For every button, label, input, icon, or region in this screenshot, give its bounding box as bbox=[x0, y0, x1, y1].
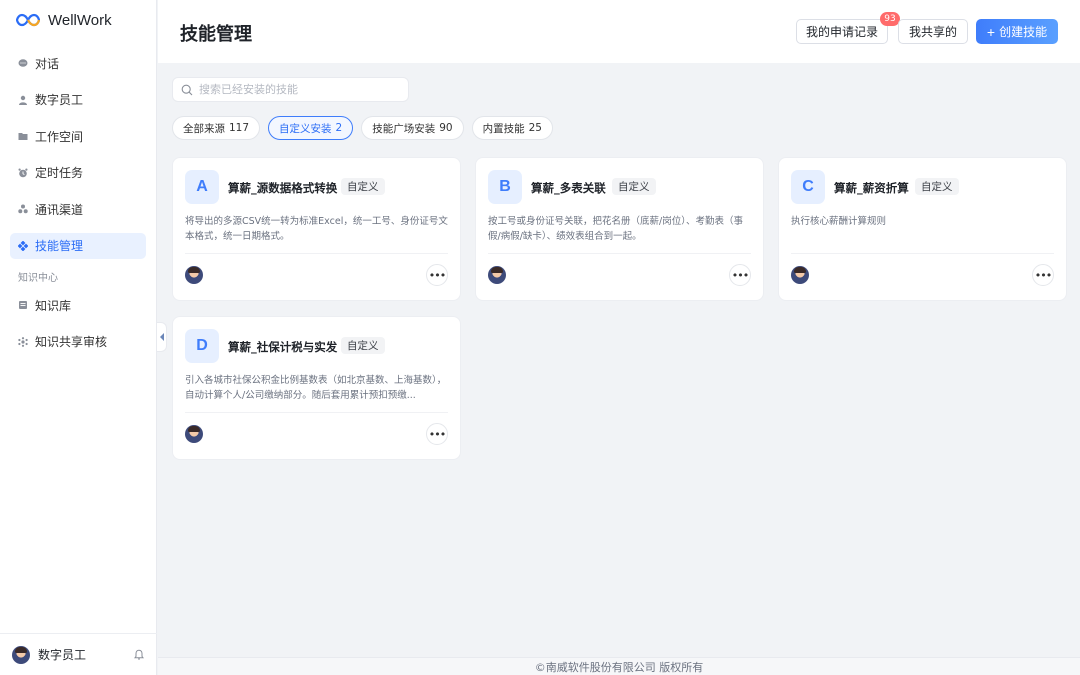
filter-label: 全部来源 bbox=[183, 122, 225, 135]
sidebar-item-chat[interactable]: 对话 bbox=[10, 50, 146, 76]
main-nav: 对话 数字员工 工作空间 定时任务 通讯渠道 技能管理 知识中心 知识库 知识共… bbox=[0, 50, 156, 355]
share-icon bbox=[18, 336, 28, 347]
filter-builtin-skills[interactable]: 内置技能 25 bbox=[471, 116, 553, 140]
app-name: WellWork bbox=[48, 11, 112, 29]
sidebar-item-label: 知识库 bbox=[35, 298, 72, 313]
card-divider bbox=[791, 253, 1054, 254]
main-content: 技能管理 我的申请记录 93 我共享的 + 创建技能 全部来源 117 自定义安… bbox=[158, 0, 1080, 675]
skill-tag: 自定义 bbox=[612, 178, 656, 195]
skill-letter-icon: A bbox=[185, 170, 219, 204]
avatar bbox=[488, 266, 506, 284]
skill-name: 算薪_薪资折算 bbox=[834, 181, 909, 195]
avatar bbox=[12, 645, 30, 664]
card-divider bbox=[185, 253, 448, 254]
filter-count: 2 bbox=[335, 122, 343, 134]
skill-tag: 自定义 bbox=[341, 337, 385, 354]
skill-description: 引入各城市社保公积金比例基数表（如北京基数、上海基数），自动计算个人/公司缴纳部… bbox=[185, 375, 447, 401]
avatar bbox=[791, 266, 809, 284]
filter-label: 内置技能 bbox=[482, 122, 525, 135]
filter-all-sources[interactable]: 全部来源 117 bbox=[172, 116, 261, 140]
skill-description: 执行核心薪酬计算规则 bbox=[791, 216, 887, 227]
channel-icon bbox=[18, 204, 28, 214]
page-header: 技能管理 我的申请记录 93 我共享的 + 创建技能 bbox=[158, 0, 1080, 63]
more-options-button[interactable]: ••• bbox=[426, 264, 448, 286]
user-name: 数字员工 bbox=[38, 648, 87, 662]
knowledge-center-heading: 知识中心 bbox=[18, 273, 58, 284]
folder-icon bbox=[18, 131, 28, 141]
brand[interactable]: WellWork bbox=[0, 0, 156, 40]
sidebar-item-label: 知识共享审核 bbox=[35, 335, 108, 349]
copyright-text: ©南威软件股份有限公司 版权所有 bbox=[534, 660, 704, 674]
records-count-badge: 93 bbox=[880, 12, 900, 26]
skill-description: 将导出的多源CSV统一转为标准Excel，统一工号、身份证号文本格式，统一日期格… bbox=[185, 216, 448, 242]
sidebar-item-label: 工作空间 bbox=[35, 129, 84, 144]
filter-label: 技能广场安装 bbox=[372, 122, 436, 135]
sidebar-item-scheduled-tasks[interactable]: 定时任务 bbox=[10, 160, 146, 186]
skill-letter-icon: C bbox=[791, 170, 825, 204]
skill-letter-icon: D bbox=[185, 329, 219, 363]
create-skill-label: 创建技能 bbox=[999, 25, 1048, 39]
sidebar-item-digital-staff[interactable]: 数字员工 bbox=[10, 87, 146, 113]
chat-icon bbox=[18, 58, 28, 68]
skill-tag: 自定义 bbox=[341, 178, 385, 195]
sidebar-item-knowledge-share-review[interactable]: 知识共享审核 bbox=[10, 329, 146, 355]
sidebar-item-label: 技能管理 bbox=[35, 239, 84, 253]
search-input[interactable] bbox=[199, 83, 400, 96]
skill-tag: 自定义 bbox=[915, 178, 959, 195]
ellipsis-icon: ••• bbox=[428, 427, 446, 441]
skill-card[interactable]: C 算薪_薪资折算 自定义 执行核心薪酬计算规则 ••• bbox=[778, 157, 1067, 301]
sidebar-item-label: 定时任务 bbox=[35, 166, 84, 180]
filter-label: 自定义安装 bbox=[279, 122, 332, 135]
filter-count: 90 bbox=[439, 122, 453, 134]
sidebar-item-workspace[interactable]: 工作空间 bbox=[10, 123, 146, 149]
skill-name: 算薪_源数据格式转换 bbox=[228, 181, 338, 195]
book-icon bbox=[18, 300, 28, 310]
skill-description: 按工号或身份证号关联，把花名册（底薪/岗位）、考勤表（事假/病假/缺卡）、绩效表… bbox=[488, 216, 743, 242]
skill-letter-icon: B bbox=[488, 170, 522, 204]
user-profile[interactable]: 数字员工 bbox=[0, 633, 157, 675]
source-filters: 全部来源 117 自定义安装 2 技能广场安装 90 内置技能 25 bbox=[172, 116, 553, 140]
filter-count: 117 bbox=[229, 122, 250, 134]
sidebar-item-label: 通讯渠道 bbox=[35, 202, 84, 217]
alarm-icon bbox=[18, 168, 28, 178]
skill-card[interactable]: D 算薪_社保计税与实发 自定义 引入各城市社保公积金比例基数表（如北京基数、上… bbox=[172, 316, 461, 460]
filter-count: 25 bbox=[528, 122, 542, 134]
ellipsis-icon: ••• bbox=[1034, 268, 1052, 282]
avatar bbox=[185, 425, 203, 443]
page-footer: ©南威软件股份有限公司 版权所有 bbox=[158, 657, 1080, 675]
card-divider bbox=[488, 253, 751, 254]
more-options-button[interactable]: ••• bbox=[426, 423, 448, 445]
card-divider bbox=[185, 412, 448, 413]
page-title: 技能管理 bbox=[180, 24, 252, 45]
ellipsis-icon: ••• bbox=[731, 268, 749, 282]
sidebar-item-knowledge-base[interactable]: 知识库 bbox=[10, 292, 146, 318]
more-options-button[interactable]: ••• bbox=[729, 264, 751, 286]
ellipsis-icon: ••• bbox=[428, 268, 446, 282]
wellwork-logo-icon bbox=[16, 13, 40, 27]
skill-name: 算薪_多表关联 bbox=[531, 181, 606, 195]
sidebar: WellWork 对话 数字员工 工作空间 定时任务 通讯渠道 技能管理 知识中… bbox=[0, 0, 157, 675]
my-application-records-button[interactable]: 我的申请记录 bbox=[796, 19, 888, 44]
skill-card[interactable]: A 算薪_源数据格式转换 自定义 将导出的多源CSV统一转为标准Excel，统一… bbox=[172, 157, 461, 301]
skill-card[interactable]: B 算薪_多表关联 自定义 按工号或身份证号关联，把花名册（底薪/岗位）、考勤表… bbox=[475, 157, 764, 301]
more-options-button[interactable]: ••• bbox=[1032, 264, 1054, 286]
skill-name: 算薪_社保计税与实发 bbox=[228, 340, 338, 354]
skill-search bbox=[172, 77, 409, 102]
skill-icon bbox=[18, 240, 28, 251]
sidebar-item-channels[interactable]: 通讯渠道 bbox=[10, 196, 146, 222]
sidebar-item-skill-management[interactable]: 技能管理 bbox=[10, 232, 146, 259]
search-icon bbox=[181, 84, 193, 95]
filter-skill-plaza-install[interactable]: 技能广场安装 90 bbox=[361, 116, 464, 140]
create-skill-button[interactable]: + 创建技能 bbox=[976, 19, 1058, 44]
user-icon bbox=[18, 95, 28, 105]
plus-icon: + bbox=[986, 23, 996, 40]
avatar bbox=[185, 266, 203, 284]
sidebar-item-label: 数字员工 bbox=[35, 93, 84, 107]
my-shared-button[interactable]: 我共享的 bbox=[898, 19, 968, 44]
filter-custom-install[interactable]: 自定义安装 2 bbox=[268, 116, 354, 140]
bell-icon[interactable] bbox=[133, 649, 145, 661]
sidebar-item-label: 对话 bbox=[35, 56, 60, 71]
